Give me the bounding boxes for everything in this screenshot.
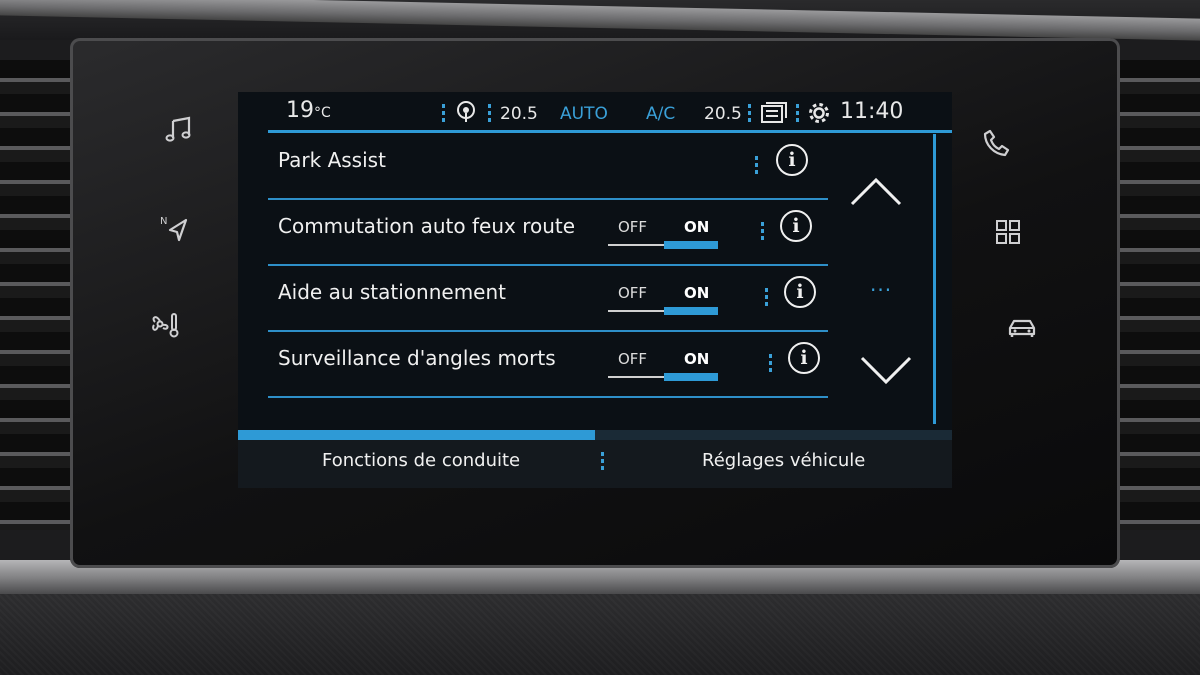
list-item-park-assist[interactable]: Park Assist i: [268, 134, 868, 200]
row-divider: [268, 396, 828, 398]
separator: [765, 288, 768, 308]
separator: [796, 104, 799, 122]
scroll-position-indicator: ···: [870, 278, 893, 302]
touchscreen: 19°C 20.5 AUTO A/C 20.5 11:40 Park Assis…: [238, 92, 952, 488]
outside-temp-value: 19: [286, 98, 314, 123]
music-icon: [165, 116, 191, 142]
status-divider: [268, 130, 952, 133]
clock: 11:40: [840, 99, 904, 124]
messages-icon[interactable]: [760, 102, 788, 129]
outside-temperature: 19°C: [286, 98, 331, 123]
bottom-tabs: Fonctions de conduite Réglages véhicule: [238, 440, 952, 488]
left-zone-temp[interactable]: 20.5: [500, 104, 538, 124]
music-button[interactable]: [156, 106, 204, 154]
toggle-commutation[interactable]: OFF ON: [608, 214, 720, 254]
phone-icon: [983, 129, 1010, 157]
ac-status[interactable]: A/C: [646, 104, 675, 124]
info-icon[interactable]: i: [776, 144, 808, 176]
page-progress: [238, 430, 952, 440]
vehicle-icon: [1008, 319, 1036, 337]
list-item-aide-au-stationnement: Aide au stationnement OFF ON i: [268, 266, 868, 332]
toggle-aide-stationnement[interactable]: OFF ON: [608, 280, 720, 320]
list-item-commutation-auto-feux-route: Commutation auto feux route OFF ON i: [268, 200, 868, 266]
list-item-surveillance-angles-morts: Surveillance d'angles morts OFF ON i: [268, 332, 868, 398]
connectivity-icon[interactable]: [454, 100, 478, 129]
toggle-on-label: ON: [684, 350, 710, 368]
climate-button[interactable]: [140, 300, 188, 348]
scroll-down-chevron-icon[interactable]: [858, 354, 914, 386]
toggle-off-label: OFF: [618, 284, 648, 302]
svg-text:N: N: [160, 216, 167, 227]
toggle-off-label: OFF: [618, 350, 648, 368]
separator: [748, 104, 751, 122]
setting-label: Park Assist: [278, 148, 386, 172]
navigation-button[interactable]: N: [150, 204, 198, 252]
toggle-surveillance-angles-morts[interactable]: OFF ON: [608, 346, 720, 386]
separator: [769, 354, 772, 374]
page-progress-fill: [238, 430, 595, 440]
phone-button[interactable]: [972, 118, 1020, 166]
toggle-on-label: ON: [684, 218, 710, 236]
separator: [442, 104, 445, 122]
separator: [601, 452, 604, 472]
toggle-track: [608, 244, 664, 246]
tab-reglages-vehicule[interactable]: Réglages véhicule: [702, 450, 865, 471]
info-icon[interactable]: i: [784, 276, 816, 308]
toggle-on-indicator: [664, 373, 718, 381]
toggle-on-indicator: [664, 307, 718, 315]
scroll-up-chevron-icon[interactable]: [848, 176, 904, 208]
info-icon[interactable]: i: [780, 210, 812, 242]
climate-icon: [152, 313, 179, 338]
scrollbar[interactable]: [933, 134, 936, 424]
settings-gear-icon[interactable]: [806, 100, 832, 131]
toggle-on-label: ON: [684, 284, 710, 302]
navigation-icon: N: [160, 216, 188, 242]
status-bar: 19°C 20.5 AUTO A/C 20.5 11:40: [238, 92, 952, 134]
separator: [488, 104, 491, 122]
separator: [755, 156, 758, 176]
setting-label: Aide au stationnement: [278, 280, 506, 304]
settings-list: Park Assist i Commutation auto feux rout…: [268, 134, 868, 424]
right-zone-temp[interactable]: 20.5: [704, 104, 742, 124]
toggle-on-indicator: [664, 241, 718, 249]
toggle-track: [608, 310, 664, 312]
temp-unit: °C: [314, 105, 331, 121]
tab-fonctions-de-conduite[interactable]: Fonctions de conduite: [322, 450, 520, 471]
setting-label: Surveillance d'angles morts: [278, 346, 556, 370]
toggle-off-label: OFF: [618, 218, 648, 236]
setting-label: Commutation auto feux route: [278, 214, 576, 238]
apps-button[interactable]: [984, 208, 1032, 256]
toggle-track: [608, 376, 664, 378]
vehicle-button[interactable]: [998, 304, 1046, 352]
separator: [761, 222, 764, 242]
climate-mode[interactable]: AUTO: [560, 104, 608, 124]
apps-grid-icon: [996, 220, 1020, 244]
info-icon[interactable]: i: [788, 342, 820, 374]
